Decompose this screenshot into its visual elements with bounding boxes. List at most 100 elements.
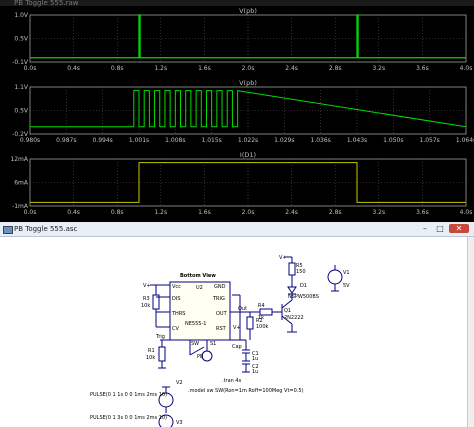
x-tick-label: 0.0s: [24, 65, 37, 72]
y-tick-label: -0.1V: [12, 59, 29, 66]
label-pulse-1: PULSE(0 1 1s 0 0 1ms 2ms 10): [90, 392, 167, 398]
x-tick-label: 1.036s: [311, 137, 331, 144]
label-r4: R4: [258, 303, 265, 309]
label-r1-value: 10k: [146, 355, 155, 361]
label-r3: R3: [143, 296, 150, 302]
x-tick-label: 0.4s: [67, 209, 80, 216]
r1-resistor[interactable]: [158, 346, 166, 362]
x-tick-label: 1.015s: [202, 137, 222, 144]
x-tick-label: 1.064s: [456, 137, 474, 144]
x-tick-label: 4.0s: [460, 65, 473, 72]
label-vplus-2: V+: [233, 325, 241, 331]
label-out: Out: [238, 306, 247, 312]
schematic-title: PB Toggle 555.asc: [14, 225, 78, 233]
plot-title: V(pb): [239, 79, 257, 87]
y-tick-label: 12mA: [10, 156, 28, 163]
x-tick-label: 2.0s: [242, 65, 255, 72]
label-pulse-2: PULSE(0 1 3s 0 0 1ms 2ms 10): [90, 415, 167, 421]
label-d1-part: NSPW500BS: [288, 294, 319, 300]
ic-pin-trig: TRIG: [212, 296, 225, 302]
x-tick-label: 3.6s: [416, 209, 429, 216]
label-q1-part: 2N2222: [284, 315, 304, 321]
ic-header: Bottom View: [180, 273, 216, 279]
x-tick-label: 1.6s: [198, 65, 211, 72]
ic-pin-gnd: GND: [214, 284, 226, 290]
x-tick-label: 4.0s: [460, 209, 473, 216]
y-tick-label: 1.1V: [14, 84, 29, 91]
ic-pin-vcc: Vcc: [172, 284, 181, 290]
plot-pane-2: 0.0s 0.4s 0.8s 1.2s 1.6s 2.0s 2.4s 2.8s 3.2s 3.6s…: [10, 151, 472, 216]
label-v1-value: 5V: [343, 283, 350, 289]
y-tick-label: 1.0V: [14, 12, 29, 19]
x-tick-label: 0.8s: [111, 209, 124, 216]
x-tick-label: 3.2s: [372, 209, 385, 216]
x-tick-label: 3.6s: [416, 65, 429, 72]
x-tick-label: 0.4s: [67, 65, 80, 72]
waveform-plots[interactable]: 0.0s 0.4s 0.8s 1.2s 1.6s 2.0s 2.4s 2.8s 3.2s 3.6s…: [0, 6, 474, 222]
x-tick-label: 1.001s: [129, 137, 149, 144]
x-tick-label: 1.043s: [347, 137, 367, 144]
label-v3: V3: [176, 420, 183, 426]
x-tick-label: 3.2s: [372, 65, 385, 72]
label-sw: SW: [191, 341, 199, 347]
x-tick-label: 0.987s: [56, 137, 76, 144]
x-tick-label: 0.0s: [24, 209, 37, 216]
label-r4-value: 1k: [258, 315, 264, 321]
maximize-button[interactable]: □: [433, 224, 447, 233]
label-r2-value: 100k: [256, 324, 269, 330]
x-tick-label: 1.6s: [198, 209, 211, 216]
ic-pin-cv: CV: [172, 326, 179, 332]
x-tick-label: 1.008s: [165, 137, 185, 144]
x-tick-label: 0.980s: [20, 137, 40, 144]
ic-pin-out: OUT: [216, 311, 228, 317]
label-v1: V1: [343, 270, 350, 276]
x-tick-label: 1.050s: [383, 137, 403, 144]
y-tick-label: 6mA: [14, 180, 29, 187]
plot-pane-1: 0.980s 0.987s 0.994s 1.001s 1.008s 1.015s 1.02…: [12, 79, 474, 144]
y-tick-label: -1mA: [12, 203, 29, 210]
label-r3-value: 10k: [141, 303, 150, 309]
x-tick-label: 0.994s: [93, 137, 113, 144]
plot-title: V(pb): [239, 7, 257, 15]
v1-source[interactable]: [327, 269, 343, 285]
x-tick-label: 2.0s: [242, 209, 255, 216]
r5-resistor[interactable]: [288, 262, 296, 276]
schematic-canvas[interactable]: Bottom View U2 NE555-1 Vcc GND DIS TRIG …: [0, 237, 468, 427]
r2-resistor[interactable]: [246, 316, 254, 330]
ic-part: NE555-1: [185, 321, 206, 327]
schematic-titlebar[interactable]: PB Toggle 555.asc – □ ✕: [0, 222, 474, 237]
minimize-button[interactable]: –: [418, 224, 432, 233]
x-tick-label: 2.4s: [285, 65, 298, 72]
label-vplus-3: V+: [279, 255, 287, 261]
label-c2-value: 1u: [252, 369, 258, 375]
x-tick-label: 1.029s: [274, 137, 294, 144]
vertical-scrollbar[interactable]: [467, 237, 474, 427]
x-tick-label: 1.022s: [238, 137, 258, 144]
label-trig: Trig: [155, 334, 165, 340]
spice-tran-directive[interactable]: .tran 4s: [222, 378, 242, 384]
ic-pin-dis: DIS: [172, 296, 181, 302]
label-vplus-1: V+: [143, 283, 151, 289]
ic-pin-rst: RST: [216, 326, 227, 332]
spice-model-directive[interactable]: .model sw SW(Ron=1m Roff=100Meg Vt=0.5): [188, 388, 304, 394]
y-tick-label: -0.2V: [12, 131, 29, 138]
x-tick-label: 2.8s: [329, 65, 342, 72]
schematic-app-icon: [3, 226, 13, 234]
label-d1: D1: [300, 283, 307, 289]
ic-pin-thrs: THRS: [171, 311, 185, 317]
label-s1: S1: [210, 341, 216, 347]
x-tick-label: 0.8s: [111, 65, 124, 72]
schematic-window[interactable]: PB Toggle 555.asc – □ ✕ Bottom View U2 N…: [0, 222, 474, 427]
label-c1-value: 1u: [252, 356, 258, 362]
ic-ref: U2: [196, 285, 203, 291]
y-tick-label: 0.5V: [14, 36, 29, 43]
x-tick-label: 1.2s: [154, 209, 167, 216]
x-tick-label: 2.8s: [329, 209, 342, 216]
plot-title: I(D1): [240, 151, 256, 159]
label-r1: R1: [148, 348, 155, 354]
label-r5-value: 150: [296, 269, 306, 275]
label-cap: Cap: [232, 344, 242, 350]
label-pb: PB: [197, 354, 204, 360]
waveform-viewer: PB Toggle 555.raw 0.0s 0.4s 0.8s 1.2s 1.6s 2.…: [0, 0, 474, 222]
close-button[interactable]: ✕: [449, 224, 469, 233]
